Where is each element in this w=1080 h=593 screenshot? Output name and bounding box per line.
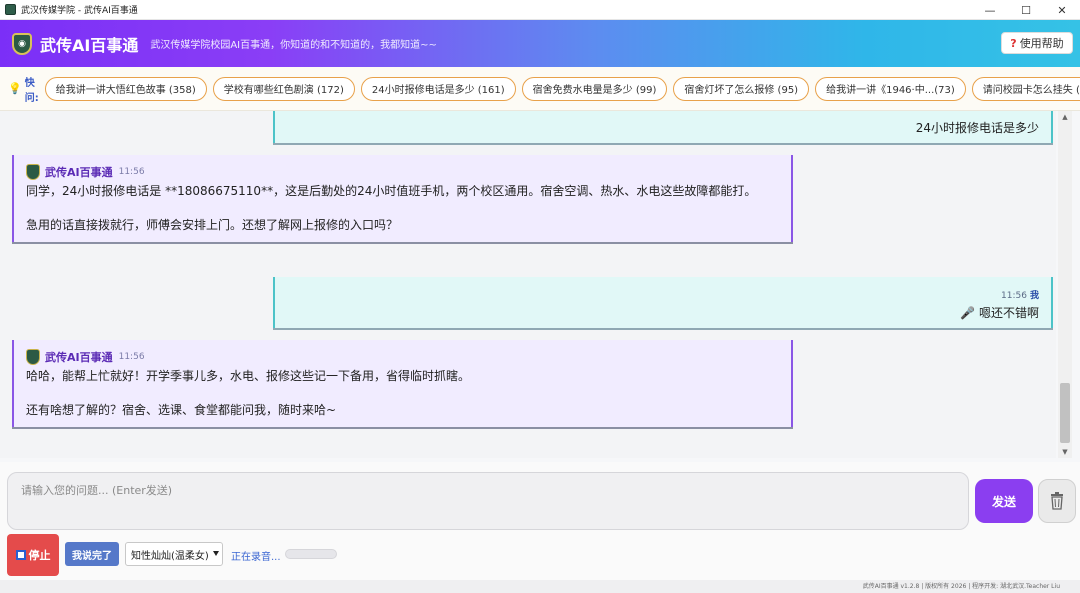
ai-avatar-icon [26,164,40,180]
voice-select[interactable]: 知性灿灿(温柔女) [125,542,223,566]
user-message: 24小时报修电话是多少 [273,111,1053,143]
window-title: 武汉传媒学院 - 武传AI百事通 [21,6,138,16]
message-input-box[interactable] [7,472,969,530]
window-controls: — ☐ ✕ [972,0,1080,20]
lightbulb-icon: 💡 [8,82,22,95]
chat-area[interactable]: 24小时报修电话是多少 武传AI百事通 11:56 同学，24小时报修电话是 *… [0,111,1056,458]
voice-select-value: 知性灿灿(温柔女) [131,550,209,562]
maximize-button[interactable]: ☐ [1008,0,1044,20]
minimize-button[interactable]: — [972,0,1008,20]
ai-name: 武传AI百事通 [45,166,113,179]
stop-button[interactable]: 停止 [7,534,59,576]
message-input[interactable] [8,473,968,529]
user-message-text: 24小时报修电话是多少 [915,121,1039,135]
app-brand-title: 武传AI百事通 [40,35,139,55]
message-time: 11:56 [118,167,145,177]
message-time: 11:56 [118,352,145,362]
quick-chip[interactable]: 宿舍免费水电量是多少 (99) [521,76,668,101]
stop-icon [15,550,26,560]
app-shield-icon [5,4,16,15]
question-mark-icon: ? [1010,36,1017,50]
quick-chip[interactable]: 学校有哪些红色剧演 (172) [212,76,355,101]
ai-message-header: 武传AI百事通 11:56 [26,348,779,366]
stop-button-label: 停止 [28,549,51,562]
user-message-header: 11:56 我 [287,288,1039,301]
footer: 武传AI百事通 v1.2.8 | 版权所有 2026 | 程序开发: 湖北武汉.… [0,580,1080,593]
ai-name: 武传AI百事通 [45,351,113,364]
scroll-up-icon[interactable]: ▲ [1058,111,1072,123]
quick-questions-bar: 💡 快问: 给我讲一讲大悟红色故事 (358) 学校有哪些红色剧演 (172) … [0,67,1080,111]
input-area: 发送 [0,462,1080,532]
quick-label: 快问: [24,77,39,104]
footer-text: 武传AI百事通 v1.2.8 | 版权所有 2026 | 程序开发: 湖北武汉.… [862,583,1060,590]
message-time: 11:56 [1001,291,1027,301]
window-titlebar: 武汉传媒学院 - 武传AI百事通 — ☐ ✕ [0,0,1080,20]
app-slogan: 武汉传媒学院校园AI百事通，你知道的和不知道的，我都知道~~ [150,40,437,51]
recording-status: 正在录音... [231,552,281,563]
ai-message-line: 还有啥想了解的？宿舍、选课、食堂都能问我，随时来哈~ [26,403,337,417]
quick-chip[interactable]: 宿舍灯坏了怎么报修 (95) [673,76,810,101]
help-button-label: 使用帮助 [1019,37,1064,50]
trash-icon [1051,492,1063,510]
close-button[interactable]: ✕ [1044,0,1080,20]
ai-avatar-icon [26,349,40,365]
done-speaking-button[interactable]: 我说完了 [65,542,119,566]
help-button[interactable]: ? 使用帮助 [1001,32,1073,54]
quick-chip[interactable]: 给我讲一讲大悟红色故事 (358) [44,76,207,101]
user-message-text: 🎤 嗯还不错啊 [960,306,1039,320]
send-button[interactable]: 发送 [975,479,1033,523]
quick-chip[interactable]: 24小时报修电话是多少 (161) [360,76,516,101]
voice-controls: 停止 我说完了 知性灿灿(温柔女) 正在录音... [0,532,1080,580]
quick-chip[interactable]: 给我讲一讲《1946·中...(73) [815,76,966,101]
user-name: 我 [1029,291,1039,301]
ai-message-header: 武传AI百事通 11:56 [26,163,779,181]
chat-scrollbar[interactable]: ▲ ▼ [1058,111,1072,458]
recording-level-bar [285,549,337,559]
ai-message: 武传AI百事通 11:56 同学，24小时报修电话是 **18086675110… [12,155,793,242]
scroll-down-icon[interactable]: ▼ [1058,446,1072,458]
scrollbar-thumb[interactable] [1060,383,1070,443]
ai-message-line: 急用的话直接拨就行，师傅会安排上门。还想了解网上报修的入口吗？ [26,218,399,232]
app-header: ◉ 武传AI百事通 武汉传媒学院校园AI百事通，你知道的和不知道的，我都知道~~… [0,20,1080,67]
ai-message: 武传AI百事通 11:56 哈哈，能帮上忙就好！开学季事儿多，水电、报修这些记一… [12,340,793,427]
dropdown-caret-icon [213,551,219,556]
user-message: 11:56 我 🎤 嗯还不错啊 [273,277,1053,328]
quick-chip[interactable]: 请问校园卡怎么挂失 (60) [971,76,1080,101]
app-logo-icon: ◉ [12,32,32,55]
ai-message-line: 同学，24小时报修电话是 **18086675110**，这是后勤处的24小时值… [26,184,757,198]
ai-message-line: 哈哈，能帮上忙就好！开学季事儿多，水电、报修这些记一下备用，省得临时抓瞎。 [26,369,471,383]
clear-chat-button[interactable] [1038,479,1076,523]
